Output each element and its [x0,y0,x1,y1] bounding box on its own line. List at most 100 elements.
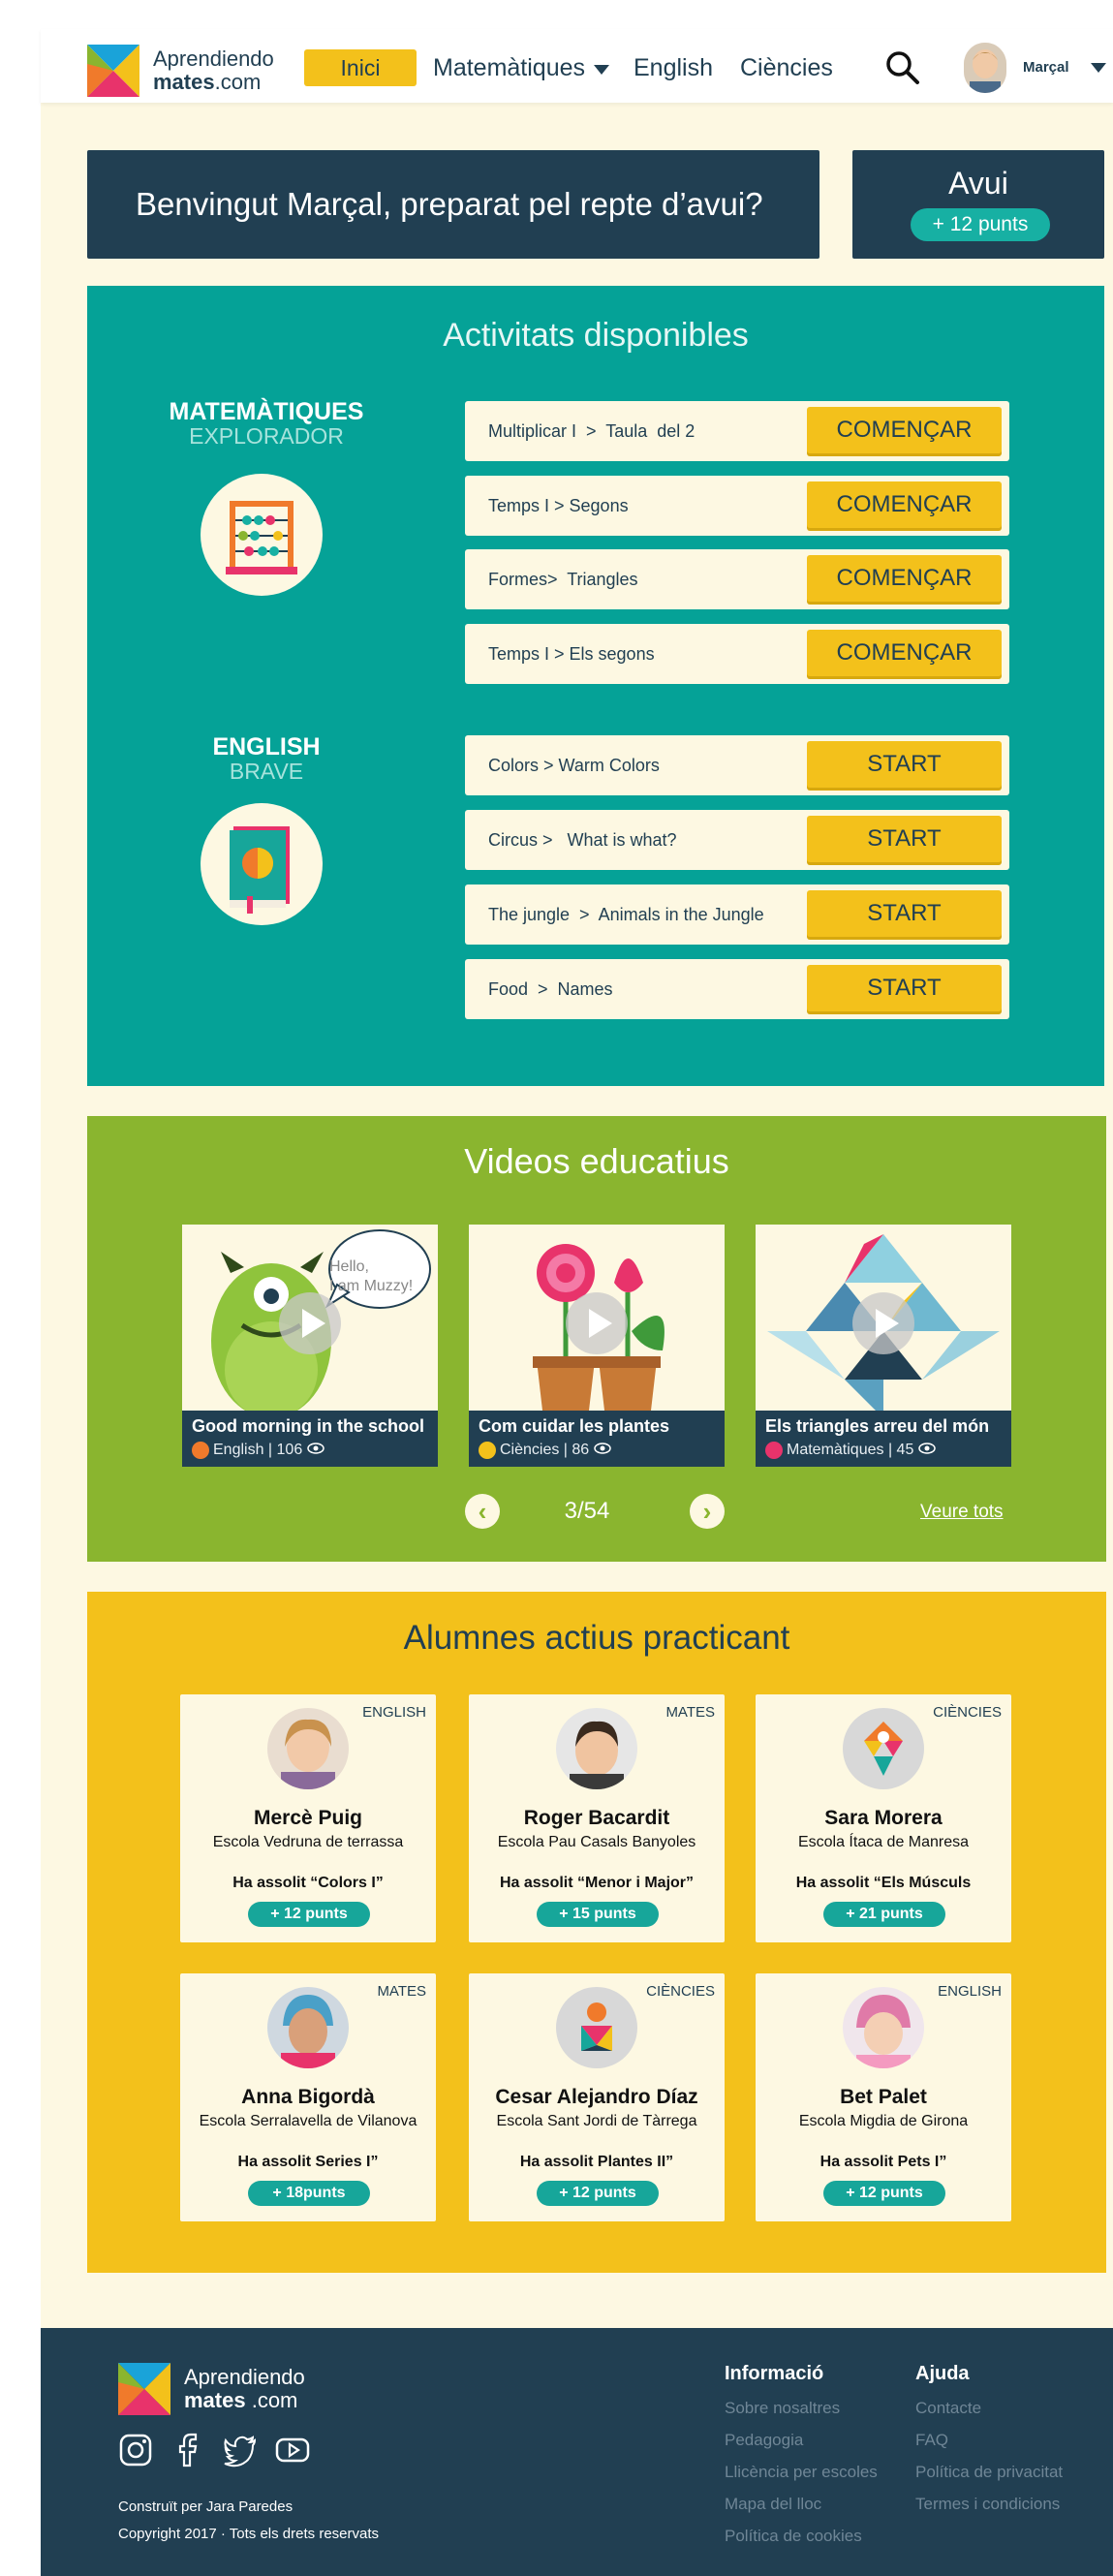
footer-logo-line-2: mates .com [184,2389,305,2412]
youtube-icon[interactable] [275,2433,310,2467]
video-card-footer: Els triangles arreu del món Matemàtiques… [756,1411,1011,1467]
twitter-icon[interactable] [223,2433,258,2467]
activity-label: Temps I > Segons [488,496,629,515]
social-links [118,2433,310,2467]
start-activity-button[interactable]: START [807,816,1002,862]
logo-text: Aprendiendo mates.com [153,47,274,94]
student-subject: MATES [377,1983,426,2000]
logo-line-1: Aprendiendo [153,47,274,71]
student-card[interactable]: ENGLISH Bet Palet Escola Migdia de Giron… [756,1973,1011,2221]
video-meta: Matemàtiques | 45 [787,1442,936,1459]
eye-icon [593,1443,611,1454]
site-logo[interactable]: Aprendiendo mates.com [87,45,274,97]
student-name: Mercè Puig [253,1807,363,1829]
facebook-icon[interactable] [170,2433,205,2467]
next-video-button[interactable]: › [690,1494,725,1529]
english-subject-level: BRAVE [229,759,304,784]
activity-row: The jungle > Animals in the Jungle START [465,885,1009,945]
play-icon[interactable] [566,1292,628,1354]
start-activity-button[interactable]: START [807,741,1002,788]
footer-link[interactable]: Mapa del lloc [725,2495,878,2527]
logo-line-2-domain: .com [214,70,262,94]
student-card[interactable]: MATES Anna Bigordà Escola Serralavella d… [180,1973,436,2221]
english-subject-title: ENGLISH [212,733,321,760]
start-activity-button[interactable]: START [807,890,1002,937]
nav-home-button[interactable]: Inici [304,49,417,86]
footer-logo-text: Aprendiendo mates .com [184,2366,305,2412]
video-meta: English | 106 [213,1442,325,1459]
student-card[interactable]: CIÈNCIES Cesar Alejandro Díaz Escola San… [469,1973,725,2221]
start-activity-button[interactable]: START [807,965,1002,1011]
student-name: Anna Bigordà [241,2086,375,2108]
activity-label: Temps I > Els segons [488,644,655,664]
logo-line-2-bold: mates [153,70,215,94]
video-card[interactable]: Els triangles arreu del món Matemàtiques… [756,1225,1011,1467]
user-name[interactable]: Marçal [1023,59,1069,76]
nav-english-link[interactable]: English [634,54,713,82]
videos-section: Videos educatius Hello, I am Muzzy! Good… [87,1116,1106,1562]
footer-help-title: Ajuda [915,2363,970,2384]
video-meta-text: English | 106 [213,1442,303,1458]
footer-link[interactable]: Política de cookies [725,2527,878,2559]
nav-maths-dropdown[interactable]: Matemàtiques [433,54,609,82]
subject-dot-icon [479,1442,496,1459]
activity-label: Colors > Warm Colors [488,756,660,775]
start-activity-button[interactable]: COMENÇAR [807,555,1002,602]
page: Aprendiendo mates.com Inici Matemàtiques… [0,0,1113,2576]
caret-down-icon[interactable] [1091,62,1106,74]
play-icon[interactable] [852,1292,914,1354]
student-achievement: Ha assolit Series I” [237,2154,379,2170]
videos-title: Videos educatius [464,1141,729,1181]
student-card[interactable]: ENGLISH Mercè Puig Escola Vedruna de ter… [180,1694,436,1942]
video-card[interactable]: Hello, I am Muzzy! Good morning in the s… [182,1225,438,1467]
start-activity-button[interactable]: COMENÇAR [807,630,1002,676]
logo-mark-icon [87,45,139,97]
footer-link[interactable]: Política de privacitat [915,2463,1063,2495]
nav-science-link[interactable]: Ciències [740,54,833,82]
footer-link[interactable]: FAQ [915,2431,1063,2463]
student-points-badge: + 12 punts [823,2181,945,2206]
student-achievement: Ha assolit Plantes II” [519,2154,674,2170]
footer-info-title: Informació [725,2363,824,2384]
instagram-icon[interactable] [118,2433,153,2467]
today-points-panel: Avui + 12 punts [852,150,1104,259]
user-avatar[interactable] [964,43,1006,93]
activity-row: Temps I > Segons COMENÇAR [465,476,1009,536]
video-title: Good morning in the school [192,1416,424,1436]
activity-row: Food > Names START [465,959,1009,1019]
footer-link[interactable]: Termes i condicions [915,2495,1063,2527]
search-icon[interactable] [885,50,920,85]
activity-row: Colors > Warm Colors START [465,735,1009,795]
video-card[interactable]: Com cuidar les plantes Ciències | 86 [469,1225,725,1467]
eye-icon [306,1443,325,1454]
video-title: Els triangles arreu del món [765,1416,990,1436]
activity-label: The jungle > Animals in the Jungle [488,905,764,924]
student-name: Roger Bacardit [523,1807,670,1829]
video-card-footer: Com cuidar les plantes Ciències | 86 [469,1411,725,1467]
student-card[interactable]: CIÈNCIES Sara Morera Escola Ítaca de Man… [756,1694,1011,1942]
start-activity-button[interactable]: COMENÇAR [807,407,1002,453]
student-subject: MATES [665,1704,715,1721]
footer-logo[interactable]: Aprendiendo mates .com [118,2363,305,2415]
footer-logo-line-2-bold: mates [184,2388,246,2412]
abacus-icon [201,474,323,596]
footer-link[interactable]: Contacte [915,2399,1063,2431]
eye-icon [918,1443,936,1454]
footer-link[interactable]: Pedagogia [725,2431,878,2463]
built-by-text: Construït per Jara Paredes [118,2498,294,2515]
video-meta-text: Matemàtiques | 45 [787,1442,914,1458]
start-activity-button[interactable]: COMENÇAR [807,481,1002,528]
student-achievement: Ha assolit “Els Músculs [795,1875,972,1891]
book-icon [201,803,323,925]
footer-link[interactable]: Sobre nosaltres [725,2399,878,2431]
activity-row: Formes> Triangles COMENÇAR [465,549,1009,609]
student-school: Escola Serralavella de Vilanova [199,2113,417,2129]
student-card[interactable]: MATES Roger Bacardit Escola Pau Casals B… [469,1694,725,1942]
student-subject: ENGLISH [362,1704,426,1721]
maths-subject-level: EXPLORADOR [189,423,344,449]
previous-video-button[interactable]: ‹ [465,1494,500,1529]
student-points-badge: + 18punts [248,2181,370,2206]
play-icon[interactable] [279,1292,341,1354]
see-all-videos-link[interactable]: Veure tots [920,1502,1004,1523]
footer-link[interactable]: Llicència per escoles [725,2463,878,2495]
